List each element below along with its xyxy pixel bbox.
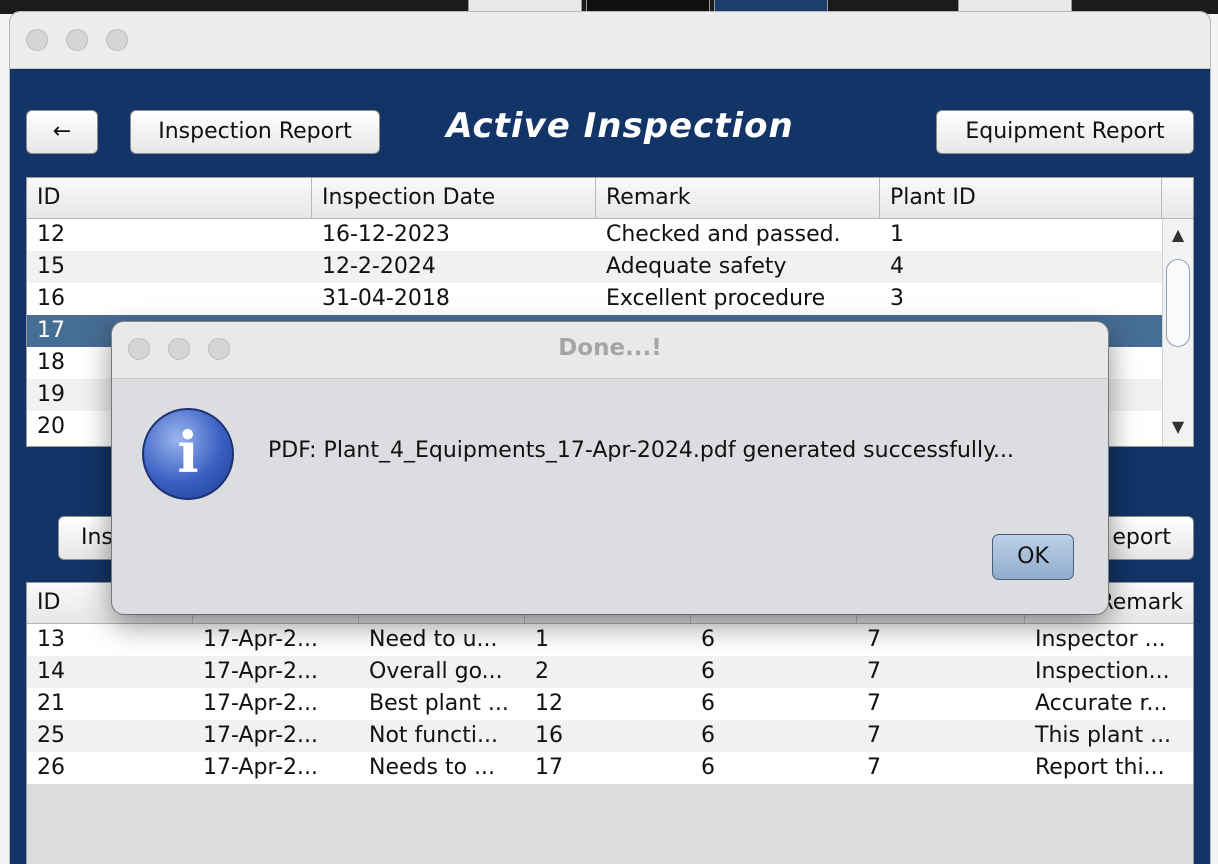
cell: 17-Apr-2...	[203, 627, 319, 652]
cell: Needs to ...	[369, 755, 496, 780]
table-row[interactable]: 14 17-Apr-2... Overall go... 2 6 7 Inspe…	[27, 656, 1193, 688]
cell: Accurate r...	[1035, 691, 1168, 716]
cell: 26	[37, 755, 65, 780]
table-row[interactable]: 15 12-2-2024 Adequate safety 4	[27, 251, 1162, 283]
cell: 21	[37, 691, 65, 716]
ok-button[interactable]: OK	[992, 534, 1074, 580]
scroll-up-arrow-icon[interactable]: ▲	[1163, 225, 1193, 244]
cell: 25	[37, 723, 65, 748]
cell-plant-id: 4	[890, 254, 904, 279]
column-header-inspection-date[interactable]: Inspection Date	[312, 178, 596, 218]
scrollbar-thumb[interactable]	[1166, 259, 1190, 347]
cell: 7	[867, 627, 881, 652]
column-header-id[interactable]: ID	[27, 178, 312, 218]
cell: 17-Apr-2...	[203, 755, 319, 780]
scroll-down-arrow-icon[interactable]: ▼	[1163, 417, 1193, 436]
dialog-message: PDF: Plant_4_Equipments_17-Apr-2024.pdf …	[268, 438, 1015, 463]
cell: 7	[867, 755, 881, 780]
cell-id: 12	[37, 222, 65, 247]
cell-remark: Adequate safety	[606, 254, 787, 279]
table-header: ID Inspection Date Remark Plant ID	[27, 178, 1193, 219]
table-row[interactable]: 26 17-Apr-2... Needs to ... 17 6 7 Repor…	[27, 752, 1193, 784]
cell: 14	[37, 659, 65, 684]
cell: 2	[535, 659, 549, 684]
cell: 1	[535, 627, 549, 652]
cell-remark: Excellent procedure	[606, 286, 826, 311]
cell: Inspection...	[1035, 659, 1170, 684]
cell: 7	[867, 691, 881, 716]
title-bar	[10, 12, 1210, 69]
column-header-plant-id[interactable]: Plant ID	[880, 178, 1162, 218]
cell: 6	[701, 659, 715, 684]
cell: Report thi...	[1035, 755, 1165, 780]
cell: Best plant ...	[369, 691, 509, 716]
cell-id: 15	[37, 254, 65, 279]
info-dialog: Done...! i PDF: Plant_4_Equipments_17-Ap…	[112, 322, 1108, 614]
cell: Not functi...	[369, 723, 498, 748]
cell: 7	[867, 659, 881, 684]
page-title: Active Inspection	[446, 106, 794, 146]
table-row[interactable]: 25 17-Apr-2... Not functi... 16 6 7 This…	[27, 720, 1193, 752]
info-icon: i	[142, 408, 234, 500]
cell: 17-Apr-2...	[203, 659, 319, 684]
dialog-title: Done...!	[558, 335, 662, 361]
zoom-window-button[interactable]	[106, 29, 128, 51]
back-button[interactable]: ←	[26, 110, 98, 154]
cell: 7	[867, 723, 881, 748]
cell: This plant ...	[1035, 723, 1172, 748]
cell: 13	[37, 627, 65, 652]
cell-remark: Checked and passed.	[606, 222, 841, 247]
table-row[interactable]: 16 31-04-2018 Excellent procedure 3	[27, 283, 1162, 315]
equipment-table: ID Remark 13 17-Apr-2... Need to u... 1 …	[26, 582, 1194, 864]
inspection-report-button[interactable]: Inspection Report	[130, 110, 380, 154]
cell: Need to u...	[369, 627, 498, 652]
table-row[interactable]: 21 17-Apr-2... Best plant ... 12 6 7 Acc…	[27, 688, 1193, 720]
minimize-window-button[interactable]	[66, 29, 88, 51]
cell: 6	[701, 755, 715, 780]
cell-date: 12-2-2024	[322, 254, 436, 279]
table-row[interactable]: 13 17-Apr-2... Need to u... 1 6 7 Inspec…	[27, 624, 1193, 656]
dialog-title-bar: Done...!	[112, 322, 1108, 379]
cell-date: 31-04-2018	[322, 286, 450, 311]
cell: 17	[535, 755, 563, 780]
cell: 16	[535, 723, 563, 748]
cell-plant-id: 3	[890, 286, 904, 311]
cell: 17-Apr-2...	[203, 723, 319, 748]
cell-id: 16	[37, 286, 65, 311]
cell-date: 16-12-2023	[322, 222, 450, 247]
cell: Inspector ...	[1035, 627, 1166, 652]
cell: 6	[701, 723, 715, 748]
cell: 12	[535, 691, 563, 716]
cell: Overall go...	[369, 659, 503, 684]
desktop-background-right	[1210, 14, 1218, 864]
cell-plant-id: 1	[890, 222, 904, 247]
vertical-scrollbar[interactable]: ▲ ▼	[1162, 219, 1193, 446]
column-header-remark[interactable]: Remark	[596, 178, 880, 218]
equipment-report-button[interactable]: Equipment Report	[936, 110, 1194, 154]
table-row[interactable]: 12 16-12-2023 Checked and passed. 1	[27, 219, 1162, 251]
cell: 17-Apr-2...	[203, 691, 319, 716]
cell: 6	[701, 627, 715, 652]
cell: 6	[701, 691, 715, 716]
close-window-button[interactable]	[26, 29, 48, 51]
